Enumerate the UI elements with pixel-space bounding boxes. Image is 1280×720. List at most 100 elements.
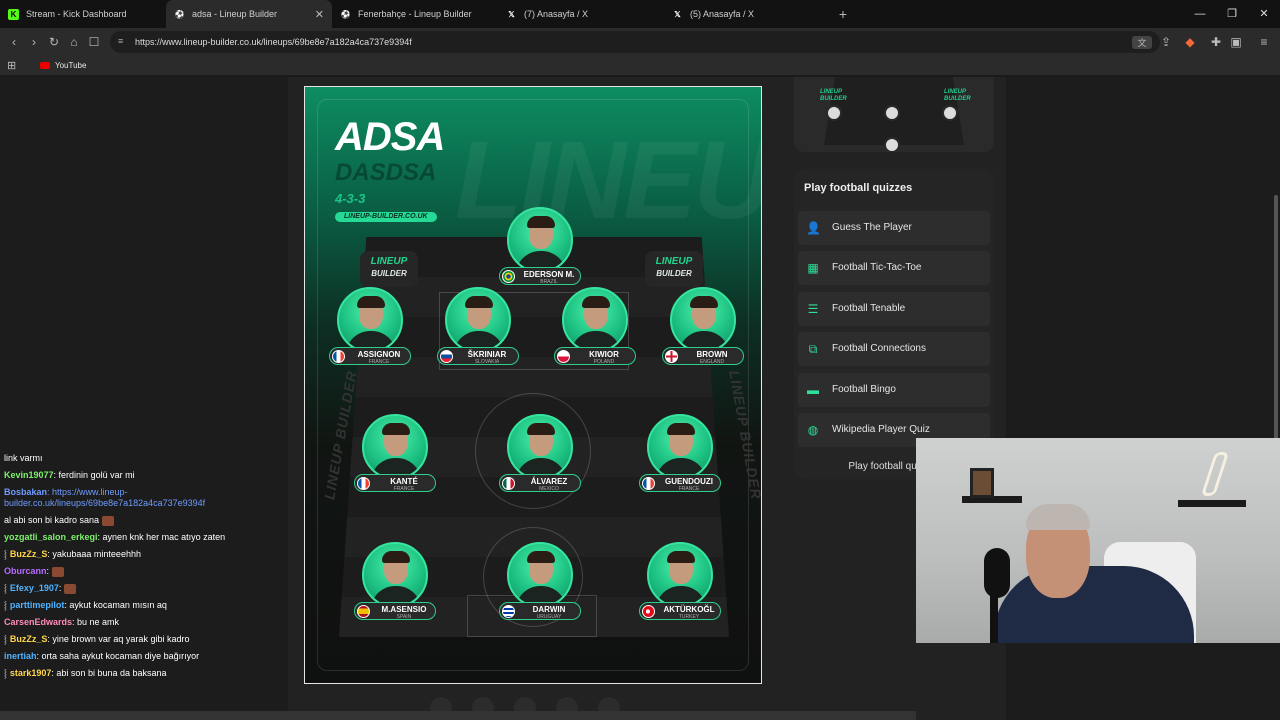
site-info-icon[interactable]: ≡ <box>118 36 123 46</box>
chat-username[interactable]: inertiah <box>4 651 37 661</box>
logo-top-text: LINEUP <box>370 256 408 267</box>
player-card[interactable]: KANTÉ FRANCE <box>350 414 440 494</box>
player-name: GUENDOUZI <box>665 477 713 486</box>
player-country: FRANCE <box>678 486 700 492</box>
chat-username[interactable]: yozgatli_salon_erkegi <box>4 532 98 542</box>
flag-icon <box>502 270 515 283</box>
chat-text: : bu ne amk <box>72 617 120 627</box>
tab-x-home-5[interactable]: 𝕏 (5) Anasayfa / X <box>664 0 830 28</box>
chat-username[interactable]: parttimepilot <box>10 600 65 610</box>
chat-message: inertiah: orta saha aykut kocaman diye b… <box>0 648 240 665</box>
close-tab-icon[interactable]: ✕ <box>315 8 324 21</box>
tab-title: (7) Anasayfa / X <box>524 9 589 19</box>
chat-text: : aynen knk her mac atıyo zaten <box>97 532 226 542</box>
avatar-hair <box>357 296 385 308</box>
sidebar-icon[interactable]: ▣ <box>1226 35 1246 49</box>
tab-x-home-7[interactable]: 𝕏 (7) Anasayfa / X <box>498 0 664 28</box>
chat-text: : <box>46 566 50 576</box>
back-icon[interactable]: ‹ <box>4 35 24 49</box>
chat-message: Kevin19077: ferdinin golü var mi <box>0 467 240 484</box>
player-name: ÁLVAREZ <box>530 477 568 486</box>
player-card[interactable]: KIWIOR POLAND <box>550 287 640 367</box>
quiz-tenable[interactable]: ☰ Football Tenable <box>798 292 990 326</box>
player-name: AKTÜRKOĞL <box>663 605 715 614</box>
lineup-subtitle: DASDSA <box>335 159 437 186</box>
player-card[interactable]: EDERSON M. BRAZIL <box>495 207 585 287</box>
tab-fenerbahce-lineup[interactable]: ⚽ Fenerbahçe - Lineup Builder <box>332 0 498 28</box>
chat-username[interactable]: CarsenEdwards <box>4 617 72 627</box>
reload-icon[interactable]: ↻ <box>44 35 64 49</box>
quiz-tic-tac-toe[interactable]: ▦ Football Tic-Tac-Toe <box>798 251 990 285</box>
flag-icon <box>440 350 453 363</box>
bookmark-icon[interactable]: ☐ <box>84 35 104 49</box>
chat-username[interactable]: Bosbakan <box>4 487 47 497</box>
new-tab-button[interactable]: + <box>830 6 856 22</box>
bingo-icon: ▬ <box>807 383 819 397</box>
tab-title: Fenerbahçe - Lineup Builder <box>358 9 472 19</box>
close-window-icon[interactable]: ✕ <box>1248 0 1280 28</box>
player-name: EDERSON M. <box>523 270 575 279</box>
quiz-bingo[interactable]: ▬ Football Bingo <box>798 373 990 407</box>
tab-strip: K Stream - Kick Dashboard ⚽ adsa - Lineu… <box>0 0 1280 28</box>
quiz-label: Football Tenable <box>832 303 906 314</box>
player-country: MEXICO <box>539 486 559 492</box>
player-avatar <box>647 542 713 608</box>
bookmark-youtube[interactable]: YouTube <box>55 61 86 70</box>
home-icon[interactable]: ⌂ <box>64 35 84 49</box>
player-nameplate: BROWN ENGLAND <box>662 347 744 365</box>
menu-icon[interactable]: ≡ <box>1254 35 1274 49</box>
restore-icon[interactable]: ❐ <box>1216 0 1248 28</box>
ball-icon: ⚽ <box>340 9 351 19</box>
player-country: FRANCE <box>393 486 415 492</box>
quiz-connections[interactable]: ⧉ Football Connections <box>798 332 990 366</box>
player-card[interactable]: AKTÜRKOĞL TURKEY <box>635 542 725 622</box>
player-card[interactable]: ASSIGNON FRANCE <box>325 287 415 367</box>
quiz-label: Football Connections <box>832 343 926 354</box>
chat-text: : yine brown var aq yarak gibi kadro <box>47 634 190 644</box>
chat-username[interactable]: Kevin19077 <box>4 470 54 480</box>
share-icon[interactable]: ⇪ <box>1156 35 1176 49</box>
translate-icon[interactable]: 文 <box>1132 35 1152 49</box>
chat-username[interactable]: Oburcann <box>4 566 47 576</box>
chat-text: al abi son bi kadro sana <box>4 515 100 525</box>
apps-grid-icon[interactable]: ⊞ <box>7 59 16 72</box>
player-avatar <box>670 287 736 353</box>
player-card[interactable]: GUENDOUZI FRANCE <box>635 414 725 494</box>
lineup-title: ADSA <box>335 115 445 159</box>
grid-icon: ▦ <box>807 261 819 275</box>
horizontal-scrollbar[interactable] <box>0 711 916 720</box>
player-card[interactable]: ŠKRINIAR SLOVAKIA <box>433 287 523 367</box>
chat-username[interactable]: stark1907 <box>10 668 52 678</box>
tab-lineup-builder-active[interactable]: ⚽ adsa - Lineup Builder ✕ <box>166 0 332 28</box>
player-card[interactable]: M.ASENSIO SPAIN <box>350 542 440 622</box>
player-country: SLOVAKIA <box>474 359 500 365</box>
quiz-label: Football Bingo <box>832 384 896 395</box>
chat-username[interactable]: BuzZz_S <box>10 549 48 559</box>
chat-text: : ferdinin golü var mi <box>53 470 135 480</box>
quiz-guess-the-player[interactable]: 👤 Guess The Player <box>798 211 990 245</box>
chat-message: ⸾ Efexy_1907: <box>0 580 240 597</box>
player-nameplate: AKTÜRKOĞL TURKEY <box>639 602 721 620</box>
logo-bottom-text: BUILDER <box>371 269 407 278</box>
globe-icon: ◍ <box>807 423 819 437</box>
player-avatar <box>647 414 713 480</box>
address-bar[interactable]: ≡ https://www.lineup-builder.co.uk/lineu… <box>110 31 1160 53</box>
navigation-bar: ‹ › ↻ ⌂ ☐ ≡ https://www.lineup-builder.c… <box>0 28 1280 56</box>
connections-icon: ⧉ <box>808 342 818 356</box>
tab-kick-dashboard[interactable]: K Stream - Kick Dashboard <box>0 0 166 28</box>
minimize-icon[interactable]: — <box>1184 0 1216 28</box>
lineup-preview-thumb[interactable]: LINEUP BUILDER LINEUP BUILDER <box>794 77 994 152</box>
extensions-icon[interactable]: ✚ <box>1206 35 1226 49</box>
player-name: KANTÉ <box>390 477 418 486</box>
chat-username[interactable]: Efexy_1907 <box>10 583 59 593</box>
chat-username[interactable]: BuzZz_S <box>10 634 48 644</box>
player-card[interactable]: BROWN ENGLAND <box>658 287 748 367</box>
forward-icon[interactable]: › <box>24 35 44 49</box>
player-card[interactable]: ÁLVAREZ MEXICO <box>495 414 585 494</box>
brave-shield-icon[interactable]: ◆ <box>1180 35 1200 49</box>
chat-message: ⸾ BuzZz_S: yakubaaa minteeehhh <box>0 546 240 563</box>
webcam-overlay <box>916 438 1280 643</box>
player-card[interactable]: DARWIN URUGUAY <box>495 542 585 622</box>
mini-player-dot <box>884 137 900 152</box>
logo-bottom-text: BUILDER <box>656 269 692 278</box>
